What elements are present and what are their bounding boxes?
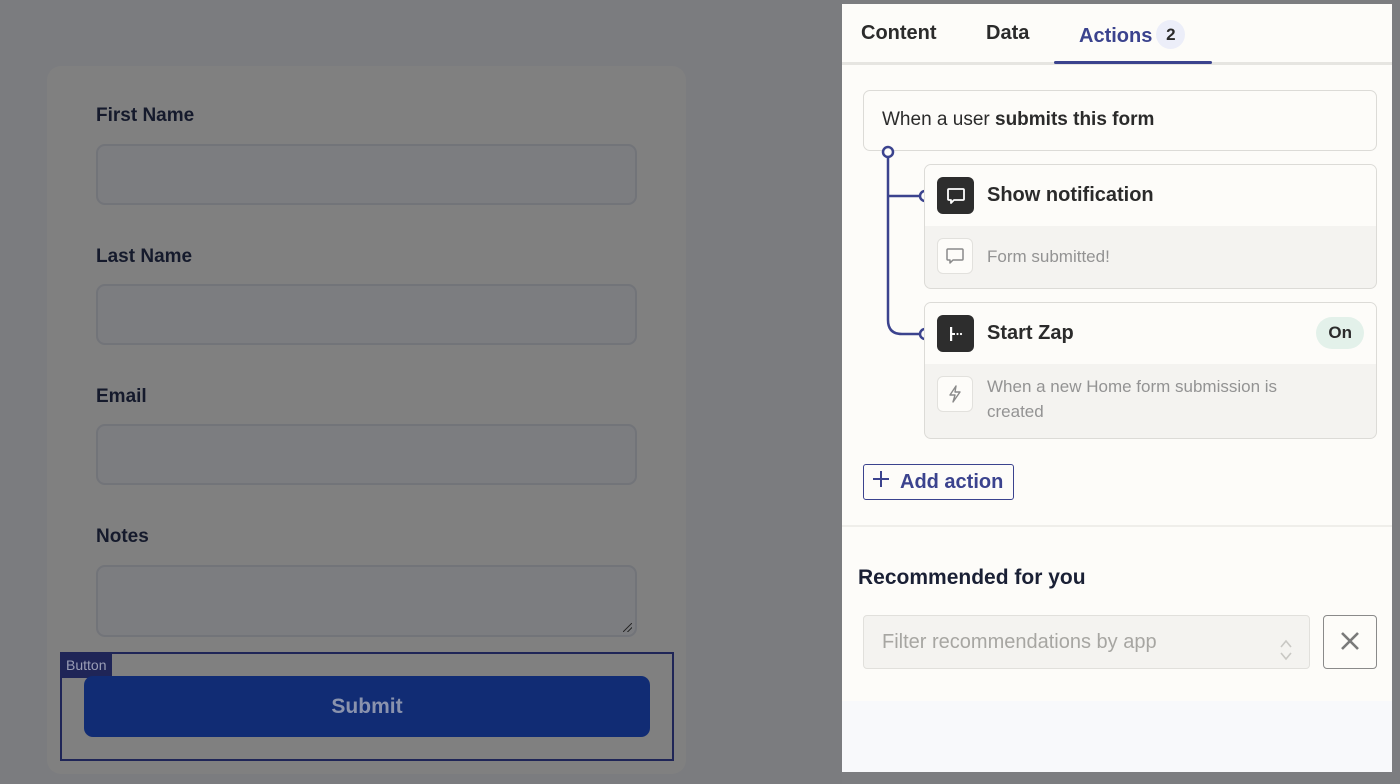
trigger-connector-node bbox=[881, 145, 895, 159]
resize-grip-icon[interactable] bbox=[623, 623, 632, 632]
zap-step-icon bbox=[937, 315, 974, 352]
last-name-input[interactable] bbox=[96, 284, 637, 345]
add-action-button[interactable]: Add action bbox=[863, 464, 1015, 500]
actions-count-badge: 2 bbox=[1156, 20, 1186, 49]
panel-footer bbox=[842, 701, 1392, 772]
action-detail-text: When a new Home form submission is creat… bbox=[987, 377, 1278, 421]
action-title: Show notification bbox=[987, 184, 1154, 206]
chat-bubble-icon bbox=[937, 238, 973, 274]
form-canvas: First Name Last Name Email Notes Button … bbox=[0, 0, 842, 784]
tab-actions-label: Actions bbox=[1079, 24, 1153, 47]
notes-label: Notes bbox=[96, 526, 149, 547]
action-title: Start Zap bbox=[987, 322, 1074, 344]
action-card-show-notification[interactable]: Show notification Form submitted! bbox=[924, 164, 1377, 289]
action-card-start-zap[interactable]: Start Zap On When a new Home form submis… bbox=[924, 302, 1377, 439]
trigger-event: submits this form bbox=[995, 109, 1155, 130]
status-badge[interactable]: On bbox=[1316, 317, 1364, 349]
actions-panel: Content Data Actions 2 When a user submit… bbox=[842, 4, 1392, 772]
chevron-up-down-icon bbox=[1279, 630, 1293, 682]
dismiss-recommendations-button[interactable] bbox=[1323, 615, 1377, 669]
action-header: Start Zap On bbox=[925, 303, 1376, 364]
first-name-label: First Name bbox=[96, 105, 195, 126]
email-input[interactable] bbox=[96, 424, 637, 485]
add-action-label: Add action bbox=[900, 470, 1004, 493]
section-divider bbox=[842, 525, 1392, 527]
action-detail: When a new Home form submission is creat… bbox=[925, 364, 1376, 438]
lightning-icon bbox=[937, 376, 973, 412]
first-name-input[interactable] bbox=[96, 144, 637, 205]
submit-button[interactable]: Submit bbox=[84, 676, 650, 737]
plus-icon bbox=[872, 470, 890, 494]
close-icon bbox=[1340, 631, 1360, 654]
recommended-heading: Recommended for you bbox=[858, 566, 1086, 589]
chat-bubble-icon bbox=[937, 177, 974, 214]
action-detail-text: Form submitted! bbox=[987, 247, 1110, 266]
tab-data[interactable]: Data bbox=[986, 22, 1029, 45]
active-tab-indicator bbox=[1054, 61, 1212, 64]
action-header: Show notification bbox=[925, 165, 1376, 226]
action-detail: Form submitted! bbox=[925, 226, 1376, 288]
last-name-label: Last Name bbox=[96, 246, 193, 267]
notes-textarea[interactable] bbox=[96, 565, 637, 637]
email-label: Email bbox=[96, 386, 147, 407]
tab-actions[interactable]: Actions 2 bbox=[1079, 20, 1186, 51]
filter-placeholder: Filter recommendations by app bbox=[882, 631, 1157, 653]
selected-block-tag: Button bbox=[60, 652, 113, 678]
filter-recommendations-select[interactable]: Filter recommendations by app bbox=[863, 615, 1310, 669]
